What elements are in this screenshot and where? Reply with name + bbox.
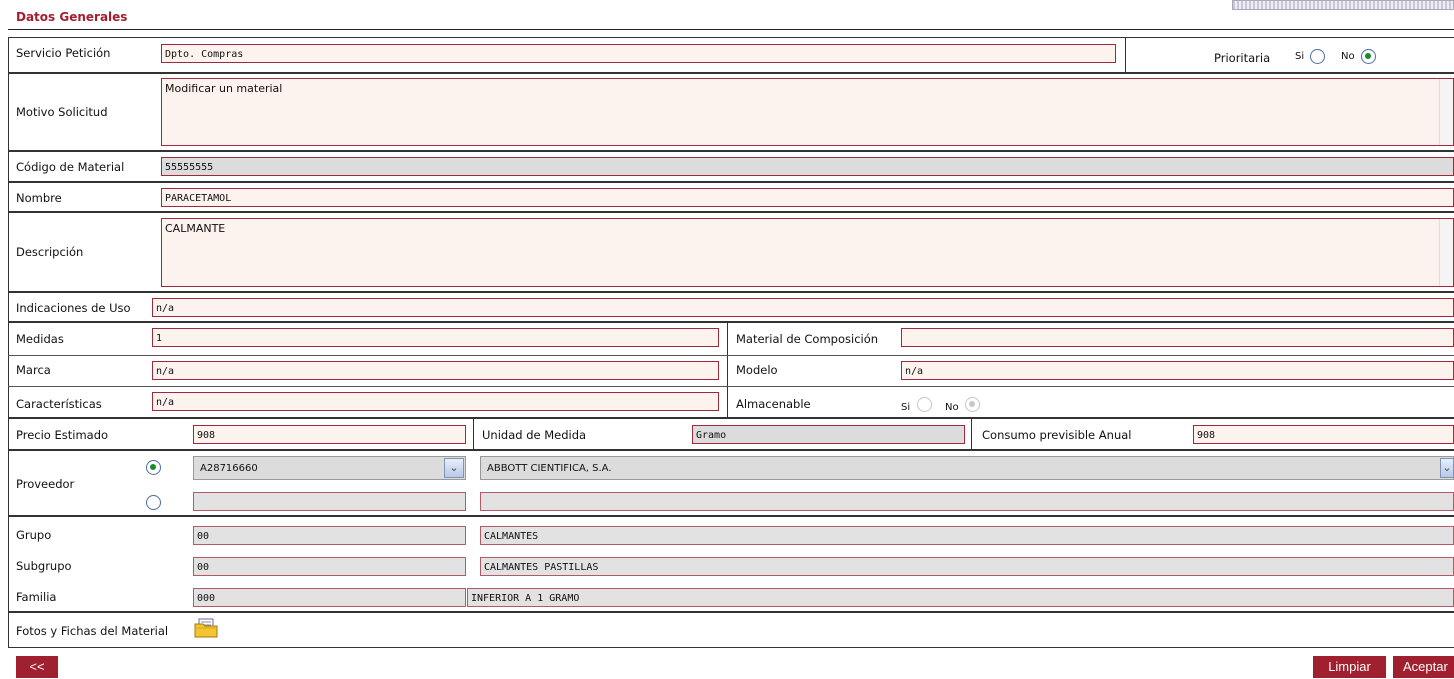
material-comp-field[interactable] — [901, 328, 1454, 347]
fotos-row — [8, 612, 1454, 648]
prioritaria-no-label: No — [1341, 51, 1355, 62]
proveedor-code-select[interactable]: A28716660 — [193, 456, 466, 480]
divider — [971, 418, 972, 450]
modelo-label: Modelo — [736, 363, 778, 377]
almacenable-si-label: Si — [901, 402, 911, 413]
almacenable-no-radio[interactable] — [965, 397, 980, 412]
divider — [8, 355, 1454, 356]
familia-label: Familia — [16, 590, 57, 604]
motivo-textarea[interactable]: Modificar un material — [161, 78, 1454, 146]
proveedor-label: Proveedor — [16, 477, 75, 491]
precio-label: Precio Estimado — [16, 428, 109, 442]
divider — [8, 386, 1454, 387]
prioritaria-no-radio[interactable] — [1361, 49, 1376, 64]
aceptar-button[interactable]: Aceptar — [1393, 656, 1454, 678]
proveedor-code2-field — [193, 492, 466, 511]
servicio-field[interactable]: Dpto. Compras — [161, 44, 1116, 63]
indicaciones-label: Indicaciones de Uso — [16, 301, 131, 315]
motivo-scrollbar[interactable] — [1439, 79, 1453, 145]
header-decoration — [1232, 0, 1454, 10]
section-title: Datos Generales — [16, 10, 128, 24]
proveedor-name2-field — [480, 492, 1454, 511]
caracteristicas-label: Características — [16, 397, 102, 411]
caracteristicas-field[interactable]: n/a — [152, 392, 719, 411]
title-divider — [8, 29, 1454, 30]
grupo-code-field: 00 — [193, 526, 466, 545]
prioritaria-si-radio[interactable] — [1310, 49, 1325, 64]
familia-code-field: 000 — [193, 588, 466, 607]
proveedor-code-value: A28716660 — [200, 463, 258, 474]
subgrupo-label: Subgrupo — [16, 559, 72, 573]
divider — [727, 322, 728, 418]
familia-name-field: INFERIOR A 1 GRAMO — [467, 588, 1454, 607]
grupo-name-field: CALMANTES — [480, 526, 1454, 545]
marca-label: Marca — [16, 363, 51, 377]
servicio-label: Servicio Petición — [16, 46, 111, 60]
almacenable-no-label: No — [945, 402, 959, 413]
divider — [1125, 37, 1126, 73]
nombre-label: Nombre — [16, 191, 62, 205]
unidad-label: Unidad de Medida — [482, 428, 587, 442]
modelo-field[interactable]: n/a — [901, 361, 1454, 380]
proveedor-name-select[interactable]: ABBOTT CIENTIFICA, S.A. — [480, 456, 1454, 480]
divider — [473, 418, 474, 450]
descripcion-text: CALMANTE — [165, 222, 226, 235]
chevron-down-icon[interactable]: ⌄ — [1440, 458, 1454, 478]
consumo-label: Consumo previsible Anual — [982, 428, 1132, 442]
consumo-field[interactable]: 908 — [1193, 425, 1454, 444]
proveedor-option1-radio[interactable] — [146, 460, 161, 475]
descripcion-textarea[interactable]: CALMANTE — [161, 218, 1454, 287]
material-comp-label: Material de Composición — [736, 332, 879, 346]
prioritaria-label: Prioritaria — [1214, 51, 1271, 65]
almacenable-label: Almacenable — [736, 397, 811, 411]
codigo-field: 55555555 — [161, 157, 1454, 176]
motivo-text: Modificar un material — [165, 82, 283, 95]
medidas-field[interactable]: 1 — [152, 328, 719, 347]
grupo-label: Grupo — [16, 528, 52, 542]
indicaciones-field[interactable]: n/a — [152, 298, 1454, 317]
motivo-label: Motivo Solicitud — [16, 105, 108, 119]
proveedor-name-value: ABBOTT CIENTIFICA, S.A. — [487, 463, 612, 474]
medidas-label: Medidas — [16, 332, 64, 346]
precio-field[interactable]: 908 — [193, 425, 466, 444]
unidad-field: Gramo — [692, 425, 965, 444]
codigo-label: Código de Material — [16, 160, 125, 174]
proveedor-option2-radio[interactable] — [146, 495, 161, 510]
limpiar-button[interactable]: Limpiar — [1313, 656, 1386, 678]
back-button[interactable]: << — [16, 656, 58, 678]
descripcion-scrollbar[interactable] — [1439, 219, 1453, 286]
subgrupo-code-field: 00 — [193, 557, 466, 576]
subgrupo-name-field: CALMANTES PASTILLAS — [480, 557, 1454, 576]
folder-icon[interactable] — [194, 618, 218, 638]
almacenable-si-radio[interactable] — [917, 397, 932, 412]
chevron-down-icon[interactable]: ⌄ — [444, 458, 464, 478]
fotos-label: Fotos y Fichas del Material — [16, 624, 169, 638]
descripcion-label: Descripción — [16, 245, 84, 259]
marca-field[interactable]: n/a — [152, 361, 719, 380]
prioritaria-si-label: Si — [1295, 51, 1305, 62]
nombre-field[interactable]: PARACETAMOL — [161, 188, 1454, 207]
